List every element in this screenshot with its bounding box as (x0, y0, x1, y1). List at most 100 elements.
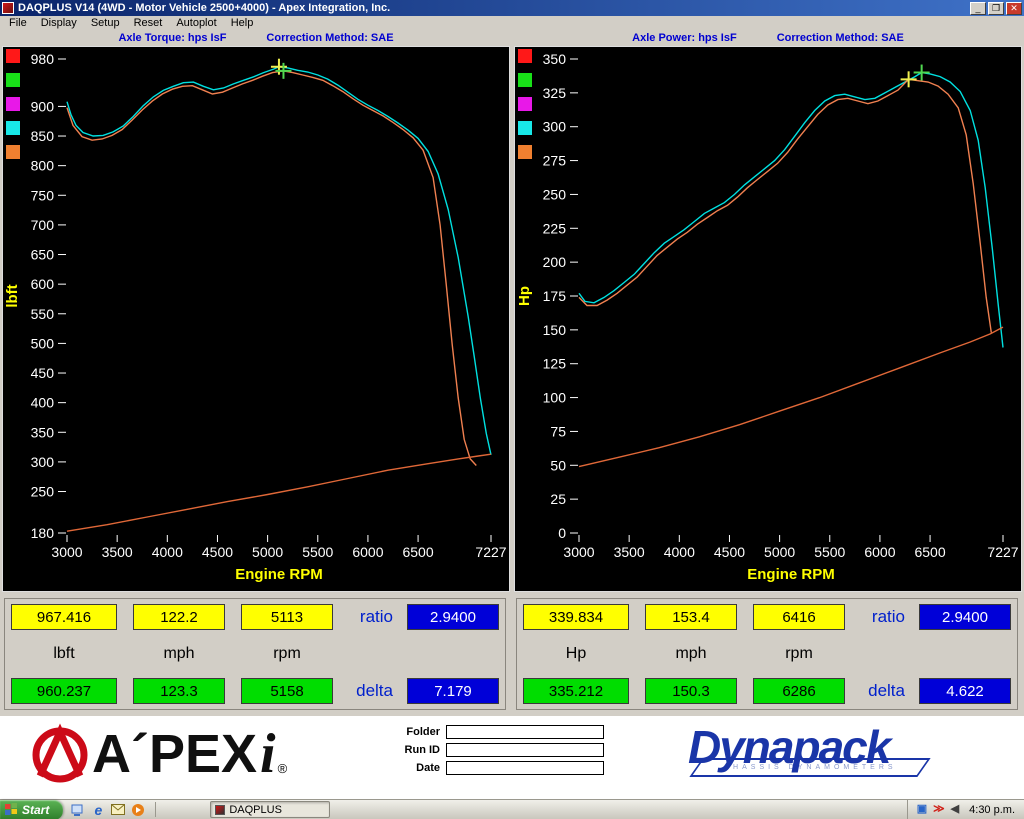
run2-power-value: 335.212 (523, 678, 629, 704)
torque-chart-area: 1802503003504004505005506006507007508008… (2, 46, 510, 592)
run2-mph-value: 123.3 (133, 678, 225, 704)
delta-value: 7.179 (407, 678, 499, 704)
taskbar: Start e DAQPLUS ▣ ≫ ◀ 4:30 p.m. (0, 799, 1024, 819)
power-chart[interactable]: 0255075100125150175200225250275300325350… (515, 47, 1021, 591)
svg-text:700: 700 (31, 217, 55, 233)
svg-text:6500: 6500 (914, 544, 945, 560)
maximize-button[interactable]: ❐ (988, 2, 1004, 15)
svg-text:lbft: lbft (4, 284, 21, 307)
menu-item-file[interactable]: File (2, 16, 34, 30)
folder-input[interactable] (446, 725, 604, 739)
power-readout-panel: 339.834 153.4 6416 ratio 2.9400 Hp mph r… (516, 598, 1018, 710)
rpm-unit-label: rpm (753, 645, 845, 663)
rpm-unit-label: rpm (241, 645, 333, 663)
menu-item-help[interactable]: Help (224, 16, 261, 30)
app-icon (2, 2, 14, 14)
volume-icon[interactable]: ◀ (951, 804, 959, 815)
svg-text:4500: 4500 (714, 544, 745, 560)
svg-text:250: 250 (31, 484, 55, 500)
close-button[interactable]: ✕ (1006, 2, 1022, 15)
svg-text:Engine RPM: Engine RPM (747, 566, 835, 583)
svg-text:6000: 6000 (352, 544, 383, 560)
start-button[interactable]: Start (0, 800, 63, 819)
title-bar[interactable]: DAQPLUS V14 (4WD - Motor Vehicle 2500+40… (0, 0, 1024, 16)
run1-rpm-value: 5113 (241, 604, 333, 630)
menu-bar: File Display Setup Reset Autoplot Help (0, 16, 1024, 30)
delta-label: delta (356, 681, 393, 701)
apex-i-glyph: i (260, 729, 276, 779)
task-button-label: DAQPLUS (229, 804, 282, 816)
ratio-label: ratio (872, 607, 905, 627)
svg-text:300: 300 (31, 454, 55, 470)
svg-text:550: 550 (31, 306, 55, 322)
taskbar-divider (155, 802, 156, 817)
svg-text:350: 350 (31, 424, 55, 440)
windows-flag-icon (5, 803, 18, 816)
run1-mph-value: 153.4 (645, 604, 737, 630)
run1-mph-value: 122.2 (133, 604, 225, 630)
svg-text:6000: 6000 (864, 544, 895, 560)
svg-text:5000: 5000 (764, 544, 795, 560)
email-icon[interactable] (110, 802, 126, 818)
start-label: Start (22, 803, 49, 817)
svg-text:980: 980 (31, 51, 55, 67)
svg-text:4000: 4000 (664, 544, 695, 560)
svg-text:4000: 4000 (152, 544, 183, 560)
delta-label: delta (868, 681, 905, 701)
svg-text:450: 450 (31, 365, 55, 381)
taskbar-clock[interactable]: 4:30 p.m. (969, 804, 1015, 816)
svg-text:5500: 5500 (302, 544, 333, 560)
svg-text:325: 325 (543, 85, 567, 101)
run-id-input[interactable] (446, 743, 604, 757)
menu-item-setup[interactable]: Setup (84, 16, 127, 30)
window-title: DAQPLUS V14 (4WD - Motor Vehicle 2500+40… (18, 2, 966, 14)
svg-text:5000: 5000 (252, 544, 283, 560)
menu-item-reset[interactable]: Reset (127, 16, 170, 30)
torque-chart-panel: Axle Torque: hps IsF Correction Method: … (2, 30, 510, 592)
mph-unit-label: mph (133, 645, 225, 663)
quick-launch-bar: e (63, 802, 153, 818)
torque-readout-panel: 967.416 122.2 5113 ratio 2.9400 lbft mph… (4, 598, 506, 710)
svg-text:7227: 7227 (987, 544, 1018, 560)
network-status-icon[interactable]: ▣ (917, 804, 927, 815)
mph-unit-label: mph (645, 645, 737, 663)
logo-strip: A´PEX i ® Folder Run ID Date Dynapack CH… (0, 716, 1024, 799)
svg-text:900: 900 (31, 98, 55, 114)
show-desktop-icon[interactable] (70, 802, 86, 818)
svg-text:180: 180 (31, 525, 55, 541)
date-input[interactable] (446, 761, 604, 775)
date-label: Date (388, 762, 440, 774)
media-player-icon[interactable] (130, 802, 146, 818)
delta-value: 4.622 (919, 678, 1011, 704)
svg-text:300: 300 (543, 119, 567, 135)
svg-text:350: 350 (543, 51, 567, 67)
run2-rpm-value: 5158 (241, 678, 333, 704)
svg-text:400: 400 (31, 395, 55, 411)
torque-chart[interactable]: 1802503003504004505005506006507007508008… (3, 47, 509, 591)
svg-text:100: 100 (543, 390, 567, 406)
run1-rpm-value: 6416 (753, 604, 845, 630)
run2-torque-value: 960.237 (11, 678, 117, 704)
svg-text:5500: 5500 (814, 544, 845, 560)
internet-explorer-icon[interactable]: e (90, 802, 106, 818)
run1-power-value: 339.834 (523, 604, 629, 630)
ratio-value: 2.9400 (919, 604, 1011, 630)
power-correction-method-label: Correction Method: SAE (777, 32, 904, 44)
menu-item-display[interactable]: Display (34, 16, 84, 30)
apex-wordmark: A´PEX (92, 727, 257, 781)
messenger-arrows-icon[interactable]: ≫ (933, 804, 945, 815)
power-chart-area: 0255075100125150175200225250275300325350… (514, 46, 1022, 592)
menu-item-autoplot[interactable]: Autoplot (169, 16, 223, 30)
svg-text:3000: 3000 (51, 544, 82, 560)
svg-text:250: 250 (543, 186, 567, 202)
svg-text:125: 125 (543, 356, 567, 372)
minimize-button[interactable]: _ (970, 2, 986, 15)
taskbar-button-daqplus[interactable]: DAQPLUS (210, 801, 330, 818)
run-id-label: Run ID (388, 744, 440, 756)
svg-text:3500: 3500 (102, 544, 133, 560)
dynapack-wordmark: Dynapack (688, 722, 940, 773)
svg-text:3000: 3000 (563, 544, 594, 560)
ratio-label: ratio (360, 607, 393, 627)
power-chart-title: Axle Power: hps IsF (632, 32, 737, 44)
svg-text:0: 0 (558, 525, 566, 541)
